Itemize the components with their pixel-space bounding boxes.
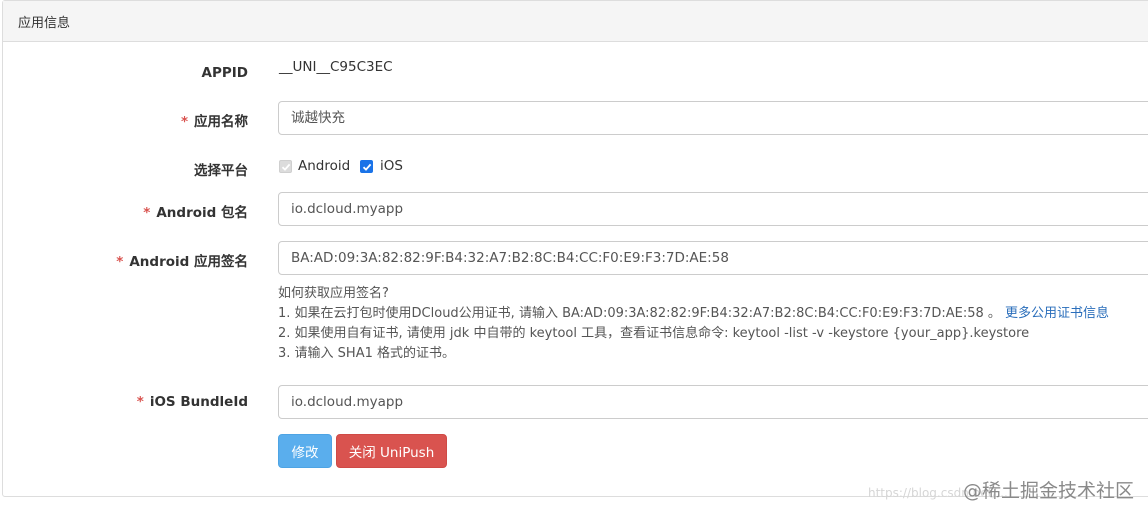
panel-heading: 应用信息 [3,1,1148,42]
platform-label: 选择平台 [194,159,248,179]
android-signature-label-text: Android 应用签名 [129,254,248,270]
appid-label: APPID [202,65,248,81]
ios-bundle-label-text: iOS BundleId [149,394,248,410]
required-marker: * [136,394,144,410]
required-marker: * [180,114,188,130]
watermark-text: @稀土掘金技术社区 [962,480,1134,502]
ios-bundle-label: * iOS BundleId [137,394,248,410]
signature-help-line3: 3. 请输入 SHA1 格式的证书。 [278,346,455,361]
signature-help-line1: 1. 如果在云打包时使用DCloud公用证书, 请输入 BA:AD:09:3A:… [278,302,1109,321]
ios-bundle-input[interactable]: io.dcloud.myapp [278,385,1148,419]
android-package-label-text: Android 包名 [156,205,248,221]
signature-help-line2: 2. 如果使用自有证书, 请使用 jdk 中自带的 keytool 工具，查看证… [278,326,1030,341]
check-icon [281,163,290,171]
platform-label-text: 选择平台 [194,163,248,179]
android-package-label: * Android 包名 [143,201,248,221]
check-icon [362,163,371,171]
appid-value: __UNI__C95C3EC [279,59,393,75]
close-unipush-button[interactable]: 关闭 UniPush [336,434,447,468]
app-name-input[interactable]: 诚越快充 [278,101,1148,135]
signature-help-title: 如何获取应用签名? [278,286,389,301]
required-marker: * [116,254,124,270]
android-checkbox [279,160,292,173]
android-signature-input[interactable]: BA:AD:09:3A:82:82:9F:B4:32:A7:B2:8C:B4:C… [278,241,1148,275]
appid-label-text: APPID [201,65,248,81]
app-name-label: * 应用名称 [181,110,248,130]
required-marker: * [143,205,151,221]
android-package-input[interactable]: io.dcloud.myapp [278,192,1148,226]
ios-checkbox[interactable] [360,160,373,173]
android-checkbox-label: Android [298,158,351,174]
panel-title: 应用信息 [18,16,71,31]
app-name-label-text: 应用名称 [194,114,248,130]
ios-checkbox-label[interactable]: iOS [380,158,403,174]
modify-button[interactable]: 修改 [278,434,332,468]
public-cert-info-link[interactable]: 更多公用证书信息 [1005,306,1109,321]
signature-help-line1-text: 1. 如果在云打包时使用DCloud公用证书, 请输入 BA:AD:09:3A:… [278,306,1001,321]
android-signature-label: * Android 应用签名 [116,250,248,270]
